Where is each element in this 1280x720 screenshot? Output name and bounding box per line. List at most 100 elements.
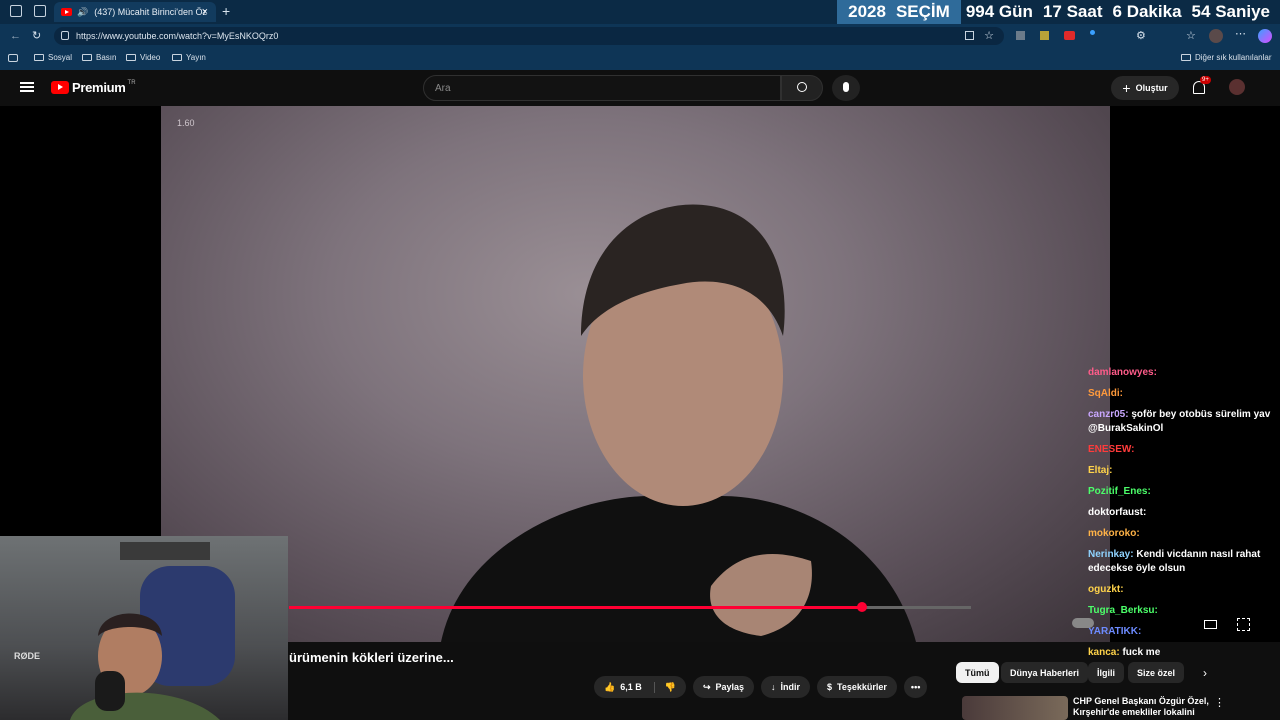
- search-input[interactable]: Ara: [423, 75, 781, 101]
- browser-tab-strip: 🔊 (437) Mücahit Birinci'den Öz × + 2028 …: [0, 0, 1280, 24]
- bookmark-folder-yayin[interactable]: Yayın: [172, 53, 206, 62]
- chat-message: ENESEW:: [1088, 444, 1135, 455]
- url-text: https://www.youtube.com/watch?v=MyEsNKOQ…: [76, 31, 279, 41]
- search-icon: [797, 82, 807, 92]
- chip-for-you[interactable]: Size özel: [1128, 662, 1185, 683]
- recommendation-menu-icon[interactable]: ⋮: [1214, 696, 1225, 709]
- youtube-logo[interactable]: Premium TR: [51, 80, 136, 95]
- folder-icon: [34, 54, 44, 61]
- more-menu-icon[interactable]: ⋯: [1235, 27, 1246, 40]
- download-icon: ↓: [771, 682, 776, 692]
- copilot-icon[interactable]: [1258, 29, 1272, 43]
- countdown-label: SEÇİM: [895, 2, 950, 21]
- logo-region: TR: [127, 80, 136, 86]
- plus-icon: +: [1122, 80, 1131, 96]
- extension-icon-3[interactable]: [1064, 31, 1075, 40]
- webcam-overlay: RØDE: [0, 536, 288, 720]
- chat-message: mokoroko:: [1088, 528, 1140, 539]
- chip-world-news[interactable]: Dünya Haberleri: [1001, 662, 1089, 683]
- address-bar-row: ← ↻ https://www.youtube.com/watch?v=MyEs…: [0, 24, 1280, 48]
- chip-related[interactable]: İlgili: [1088, 662, 1124, 683]
- countdown-year: 2028: [848, 2, 886, 21]
- thumbs-down-icon[interactable]: 👎: [653, 681, 676, 693]
- profile-avatar[interactable]: [1209, 29, 1223, 43]
- extension-icon-2[interactable]: [1040, 31, 1049, 40]
- more-actions-button[interactable]: •••: [903, 676, 928, 698]
- audio-icon[interactable]: 🔊: [77, 7, 88, 18]
- countdown-header: 2028 SEÇİM: [837, 0, 961, 24]
- back-icon[interactable]: ←: [10, 30, 21, 42]
- streamer-figure: RØDE: [14, 542, 235, 720]
- countdown-days: 994 Gün: [965, 2, 1033, 21]
- thumbs-up-icon: 👍: [604, 681, 616, 692]
- chat-message: oguzkt:: [1088, 584, 1124, 595]
- extension-icon-1[interactable]: [1016, 31, 1025, 40]
- chat-message: SqAldi:: [1088, 388, 1123, 399]
- account-avatar[interactable]: [1229, 79, 1245, 95]
- share-button[interactable]: ↪ Paylaş: [692, 676, 755, 698]
- url-field[interactable]: https://www.youtube.com/watch?v=MyEsNKOQ…: [54, 27, 1004, 45]
- like-button[interactable]: 👍 6,1 B 👎: [594, 676, 686, 698]
- workspaces-icon[interactable]: [10, 5, 22, 17]
- recommendation-thumbnail[interactable]: [962, 696, 1068, 720]
- svg-text:RØDE: RØDE: [14, 651, 40, 661]
- folder-icon: [172, 54, 182, 61]
- favorites-icon[interactable]: ☆: [1186, 29, 1196, 42]
- theater-mode-icon[interactable]: [1204, 620, 1217, 629]
- new-tab-button[interactable]: +: [222, 3, 230, 19]
- video-actions: 👍 6,1 B 👎 ↪ Paylaş ↓ İndir $ Teşekkürler •••: [594, 676, 934, 698]
- favorite-star-icon[interactable]: ☆: [984, 29, 994, 42]
- bookmark-folder-sosyal[interactable]: Sosyal: [34, 53, 72, 62]
- bookmarks-menu-icon[interactable]: [8, 54, 18, 62]
- super-thanks-icon: $: [827, 682, 833, 692]
- hamburger-menu-icon[interactable]: [20, 82, 34, 92]
- video-progress-bar[interactable]: [289, 602, 971, 612]
- search-button[interactable]: [781, 75, 823, 101]
- youtube-favicon-icon: [61, 8, 72, 16]
- speaker-figure: [441, 204, 916, 642]
- speed-overlay: 1.60: [177, 118, 195, 128]
- recommendation-title[interactable]: CHP Genel Başkanı Özgür Özel, Kırşehir'd…: [1073, 696, 1209, 718]
- folder-icon: [1181, 54, 1191, 61]
- notification-badge: 9+: [1200, 76, 1211, 84]
- youtube-play-logo-icon: [51, 81, 69, 94]
- create-button[interactable]: + Oluştur: [1111, 76, 1179, 100]
- youtube-header: Premium TR Ara + Oluştur 9+: [0, 70, 1280, 106]
- chat-message: canzr05: şoför bey otobüs sürelim yav @B…: [1088, 409, 1271, 434]
- site-info-icon[interactable]: [61, 31, 69, 40]
- share-icon: ↪: [702, 681, 711, 692]
- video-frame[interactable]: 1.60: [161, 106, 1110, 642]
- other-bookmarks[interactable]: Diğer sık kullanılanlar: [1181, 53, 1271, 62]
- thanks-button[interactable]: $ Teşekkürler: [817, 676, 897, 698]
- chat-message: Tugra_Berksu:: [1088, 605, 1158, 616]
- close-tab-icon[interactable]: ×: [202, 6, 208, 18]
- election-countdown: 2028 SEÇİM 994 Gün 17 Saat 6 Dakika 54 S…: [837, 0, 1280, 24]
- chat-message: Nerinkay: Kendi vicdanın nasıl rahat ede…: [1088, 549, 1261, 574]
- video-title: ürümenin kökleri üzerine...: [289, 650, 454, 665]
- folder-icon: [126, 54, 136, 61]
- reload-icon[interactable]: ↻: [32, 29, 41, 42]
- bookmark-folder-basin[interactable]: Basın: [82, 53, 116, 62]
- chat-message: doktorfaust:: [1088, 507, 1147, 518]
- autoplay-toggle[interactable]: [1072, 618, 1094, 628]
- logo-text: Premium: [72, 80, 126, 95]
- microphone-icon: [843, 82, 849, 92]
- download-button[interactable]: ↓ İndir: [761, 676, 811, 698]
- bookmarks-bar: Sosyal Basın Video Yayın Diğer sık kulla…: [0, 48, 1280, 70]
- countdown-hours: 17 Saat: [1042, 2, 1103, 21]
- fullscreen-icon[interactable]: [1237, 618, 1250, 631]
- chat-message: Pozitif_Enes:: [1088, 486, 1151, 497]
- chevron-right-icon[interactable]: ›: [1203, 666, 1207, 680]
- app-available-icon[interactable]: [965, 31, 974, 40]
- progress-scrubber-handle[interactable]: [856, 602, 867, 612]
- voice-search-button[interactable]: [832, 75, 860, 101]
- extension-icon-4[interactable]: [1090, 30, 1095, 35]
- chip-all[interactable]: Tümü: [956, 662, 999, 683]
- extensions-puzzle-icon[interactable]: ⚙: [1136, 29, 1146, 42]
- tab-actions-icon[interactable]: [34, 5, 46, 17]
- chat-message: kanca: fuck me: [1088, 647, 1161, 658]
- browser-tab-active[interactable]: 🔊 (437) Mücahit Birinci'den Öz ×: [54, 2, 216, 22]
- chat-message: damlanowyes:: [1088, 367, 1157, 378]
- tab-title: (437) Mücahit Birinci'den Öz: [94, 7, 207, 17]
- bookmark-folder-video[interactable]: Video: [126, 53, 160, 62]
